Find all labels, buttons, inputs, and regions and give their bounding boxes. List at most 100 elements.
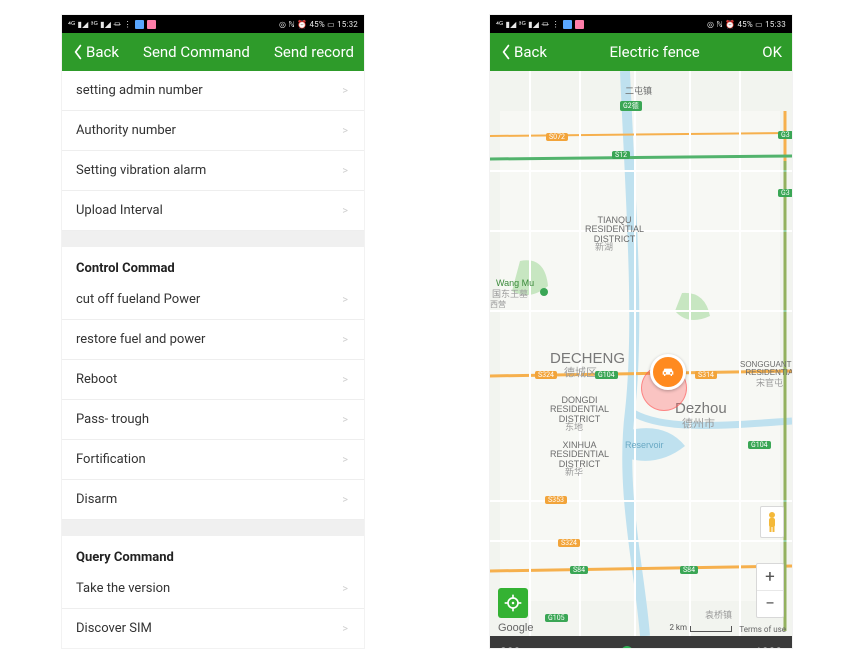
row-authority-number[interactable]: Authority number >	[62, 111, 364, 151]
page-title: Electric fence	[609, 43, 699, 61]
map-label: 宋官屯	[756, 379, 783, 388]
map-label-tianqu: TIANQU RESIDENTIAL DISTRICT	[585, 216, 644, 244]
chevron-right-icon: >	[342, 333, 348, 346]
phone-electric-fence: ⁴ᴳ ▮◢ ³ᴳ ▮◢ ⏛ ⋮ ◎ ℕ ⏰ 45% ▭ 15:33 Back E…	[490, 15, 792, 648]
phone-send-command: ⁴ᴳ ▮◢ ³ᴳ ▮◢ ⏛ ⋮ ◎ ℕ ⏰ 45% ▭ 15:32 Back S…	[62, 15, 364, 648]
map[interactable]: 二屯镇 TIANQU RESIDENTIAL DISTRICT 新湖 Wang …	[490, 71, 792, 636]
map-label: 袁桥镇	[705, 611, 732, 620]
road-shield: S314	[695, 371, 717, 379]
terms-link[interactable]: Terms of use	[739, 625, 786, 634]
road-shield: G3	[778, 189, 792, 197]
back-button[interactable]: Back	[72, 43, 119, 61]
vehicle-marker[interactable]	[650, 354, 686, 390]
map-label-wangmu: Wang Mu	[496, 279, 534, 288]
ok-button[interactable]: OK	[762, 43, 782, 61]
back-label: Back	[514, 43, 547, 61]
slider-min-label: 200	[500, 645, 520, 648]
row-discover-sim[interactable]: Discover SIM >	[62, 609, 364, 648]
section-gap	[62, 231, 364, 247]
header: Back Send Command Send record	[62, 33, 364, 71]
section-gap	[62, 520, 364, 536]
pegman-streetview[interactable]	[760, 506, 784, 538]
road-shield: S324	[535, 371, 557, 379]
map-label-dongdi: DONGDI RESIDENTIAL DISTRICT	[550, 396, 609, 424]
chevron-right-icon: >	[342, 413, 348, 426]
zoom-control: + −	[756, 563, 784, 618]
slider-max-label: 1000	[755, 645, 782, 648]
back-label: Back	[86, 43, 119, 61]
google-logo: Google	[498, 622, 533, 634]
road-shield: G2德	[620, 101, 642, 111]
row-label: restore fuel and power	[76, 332, 205, 347]
scale-bar-line	[690, 626, 732, 632]
row-disarm[interactable]: Disarm >	[62, 480, 364, 520]
slider-thumb[interactable]	[621, 646, 633, 648]
row-pass-through[interactable]: Pass- trough >	[62, 400, 364, 440]
chevron-right-icon: >	[342, 204, 348, 217]
row-label: setting admin number	[76, 83, 203, 98]
car-icon	[660, 364, 676, 380]
crosshair-icon	[503, 593, 523, 613]
command-list: setting admin number > Authority number …	[62, 71, 364, 648]
row-reboot[interactable]: Reboot >	[62, 360, 364, 400]
map-label-decheng: DECHENG	[550, 351, 625, 367]
road-shield: S12	[612, 151, 630, 159]
chevron-right-icon: >	[342, 373, 348, 386]
road-shield: S84	[680, 566, 698, 574]
pegman-icon	[766, 511, 778, 533]
statusbar: ⁴ᴳ ▮◢ ³ᴳ ▮◢ ⏛ ⋮ ◎ ℕ ⏰ 45% ▭ 15:32	[62, 15, 364, 33]
road-shield: G3	[778, 131, 792, 139]
scale-label: 2 km	[669, 623, 687, 632]
row-label: Upload Interval	[76, 203, 163, 218]
map-label: 东地	[565, 423, 583, 432]
map-label-dezhou: Dezhou	[675, 401, 727, 417]
chevron-right-icon: >	[342, 493, 348, 506]
row-label: Fortification	[76, 452, 146, 467]
row-upload-interval[interactable]: Upload Interval >	[62, 191, 364, 231]
row-label: Disarm	[76, 492, 117, 507]
map-scale: 2 km	[669, 623, 732, 632]
locate-button[interactable]	[498, 588, 528, 618]
status-left: ⁴ᴳ ▮◢ ³ᴳ ▮◢ ⏛ ⋮	[68, 19, 132, 30]
back-button[interactable]: Back	[500, 43, 547, 61]
row-cut-off-fuel-power[interactable]: cut off fueland Power >	[62, 280, 364, 320]
status-squares	[147, 20, 156, 29]
map-label: 国东王墓	[492, 290, 528, 299]
statusbar: ⁴ᴳ ▮◢ ³ᴳ ▮◢ ⏛ ⋮ ◎ ℕ ⏰ 45% ▭ 15:33	[490, 15, 792, 33]
map-label: 西营	[490, 301, 506, 309]
section-header-query: Query Command	[62, 536, 364, 569]
status-left: ⁴ᴳ ▮◢ ³ᴳ ▮◢ ⏛ ⋮	[496, 19, 560, 30]
road-shield: S072	[546, 133, 568, 141]
chevron-right-icon: >	[342, 164, 348, 177]
section-header-control: Control Commad	[62, 247, 364, 280]
row-setting-admin-number[interactable]: setting admin number >	[62, 71, 364, 111]
row-fortification[interactable]: Fortification >	[62, 440, 364, 480]
row-setting-vibration-alarm[interactable]: Setting vibration alarm >	[62, 151, 364, 191]
status-squares	[135, 20, 144, 29]
map-label: 新湖	[595, 243, 613, 252]
chevron-right-icon: >	[342, 622, 348, 635]
row-label: Pass- trough	[76, 412, 149, 427]
map-label: 新华	[565, 468, 583, 477]
park-icon	[540, 288, 548, 296]
chevron-right-icon: >	[342, 582, 348, 595]
map-label: 德州市	[682, 419, 715, 431]
status-right: ◎ ℕ ⏰ 45% ▭ 15:32	[279, 20, 358, 29]
send-record-button[interactable]: Send record	[274, 43, 354, 61]
row-take-version[interactable]: Take the version >	[62, 569, 364, 609]
status-right: ◎ ℕ ⏰ 45% ▭ 15:33	[707, 20, 786, 29]
zoom-out-button[interactable]: −	[757, 591, 783, 617]
chevron-right-icon: >	[342, 453, 348, 466]
row-label: Reboot	[76, 372, 117, 387]
row-label: Take the version	[76, 581, 170, 596]
status-squares	[563, 20, 572, 29]
zoom-in-button[interactable]: +	[757, 564, 783, 591]
road-shield: G104	[595, 371, 618, 379]
row-label: Authority number	[76, 123, 176, 138]
road-shield: G105	[545, 614, 568, 622]
row-restore-fuel-power[interactable]: restore fuel and power >	[62, 320, 364, 360]
road-shield: G104	[748, 441, 771, 449]
map-background	[490, 71, 792, 636]
radius-slider: 200 1000	[490, 636, 792, 648]
slider-track[interactable]	[530, 642, 745, 648]
